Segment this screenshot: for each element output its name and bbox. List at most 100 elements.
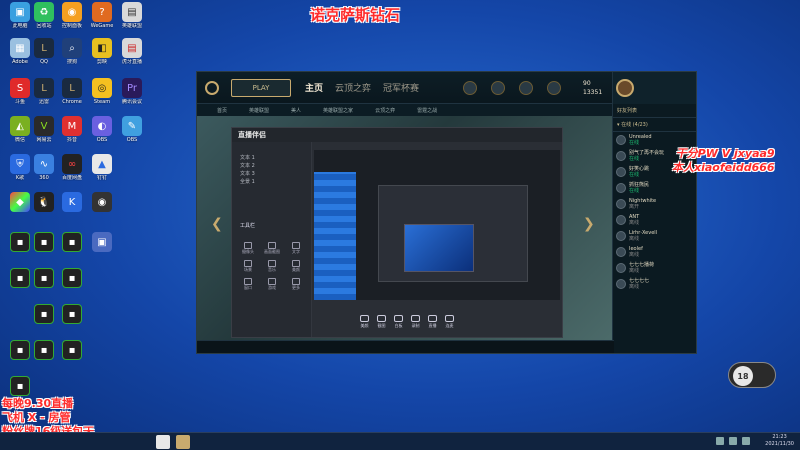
obs-icon: ◉ — [92, 192, 112, 212]
stream-toolbar: 美颜 截图 白板 录制 直播 连麦 — [314, 308, 560, 336]
more-icon — [292, 278, 300, 285]
music-icon — [268, 260, 276, 267]
desktop-icon[interactable]: ▪ — [2, 376, 38, 396]
store-icon[interactable] — [547, 80, 562, 95]
tab-clash[interactable]: 冠军杯赛 — [383, 81, 419, 94]
tab-tft[interactable]: 云顶之弈 — [335, 81, 371, 94]
tool-more[interactable]: 更多 — [286, 278, 306, 292]
connect-icon — [445, 315, 454, 322]
chevron-left-icon[interactable]: ❮ — [211, 216, 223, 232]
subnav-item[interactable]: 美人 — [291, 107, 301, 114]
desktop-icon[interactable]: ▤ 虎牙直播 — [114, 38, 150, 65]
network-icon[interactable] — [716, 437, 724, 445]
recycle-icon: ♻ — [34, 2, 54, 22]
loot-icon[interactable] — [519, 80, 534, 95]
app-icon: ◉ — [62, 2, 82, 22]
friend-item[interactable]: 七七七七 离线 — [613, 276, 696, 292]
file-icon: ▪ — [62, 304, 82, 324]
file-icon: ▪ — [34, 340, 54, 360]
client-nav-tabs: 主页 云顶之弈 冠军杯赛 — [305, 81, 419, 94]
taskbar-lol-icon[interactable] — [176, 434, 190, 449]
friend-item[interactable]: ANT 离线 — [613, 212, 696, 228]
friend-item[interactable]: Unrealed 在线 — [613, 132, 696, 148]
profile-icon[interactable] — [463, 80, 478, 95]
app-icon: ? — [92, 2, 112, 22]
level-badge: 18 — [728, 362, 776, 388]
play-button[interactable]: PLAY — [231, 78, 291, 97]
tool-window[interactable]: 窗口 — [238, 278, 258, 292]
stream-title-overlay: 诺克萨斯钻石 — [310, 6, 401, 24]
desktop-icon[interactable]: ▪ — [54, 304, 90, 324]
app-icon: ▲ — [92, 154, 112, 174]
app-icon: V — [34, 116, 54, 136]
desktop-icon[interactable]: ▤ 英雄联盟 — [114, 2, 150, 29]
desktop-icon[interactable]: ▪ — [54, 268, 90, 288]
profile-card[interactable] — [612, 72, 696, 104]
friend-item[interactable]: Lirhr·Xevell 离线 — [613, 228, 696, 244]
desktop-icon[interactable]: ▪ — [54, 340, 90, 360]
collection-icon[interactable] — [491, 80, 506, 95]
tool-beauty[interactable]: 美颜 — [286, 260, 306, 274]
friend-item[interactable]: 抓狂熊民 在线 — [613, 180, 696, 196]
toolbar-screenshot-button[interactable]: 截图 — [377, 315, 386, 329]
toolbar-beauty-button[interactable]: 美颜 — [360, 315, 369, 329]
toolbar-whiteboard-button[interactable]: 白板 — [394, 315, 403, 329]
friend-item[interactable]: Ieolef 离线 — [613, 244, 696, 260]
contact-overlay: 干分PW V jxyaa9 本人xiaofeidd666 — [672, 147, 775, 175]
tool-camera[interactable]: 摄像头 — [238, 242, 258, 256]
friend-item[interactable]: 七七七播荷 离线 — [613, 260, 696, 276]
record-icon — [411, 315, 420, 322]
tab-home[interactable]: 主页 — [305, 81, 323, 94]
subnav-item[interactable]: 首页 — [217, 107, 227, 114]
desktop-icon[interactable]: ▲ 钉钉 — [84, 154, 120, 181]
camera-icon — [244, 242, 252, 249]
tool-game[interactable]: 游戏 — [262, 278, 282, 292]
desktop-icon[interactable]: Pr 腾讯会议 — [114, 78, 150, 105]
toolbar-connect-button[interactable]: 连麦 — [445, 315, 454, 329]
scene-item[interactable]: 文本 3 — [232, 170, 311, 178]
qq-icon: 🐧 — [34, 192, 54, 212]
ime-icon[interactable] — [742, 437, 750, 445]
tool-scene[interactable]: 场景 — [238, 260, 258, 274]
app-name: 直播伴侣 — [238, 131, 266, 139]
file-icon: ▪ — [34, 268, 54, 288]
app-icon: ◧ — [92, 38, 112, 58]
tools-title: 工具栏 — [240, 223, 256, 229]
avatar — [616, 215, 626, 225]
game-icon — [268, 278, 276, 285]
nested-preview-desktop — [404, 224, 474, 272]
tool-text[interactable]: 文字 — [286, 242, 306, 256]
subnav-item[interactable]: 雷霆之战 — [417, 107, 437, 114]
tool-grid: 摄像头 画面截图 文字 场景 音乐 美颜 窗口 游戏 更多 — [238, 242, 308, 292]
system-tray — [716, 437, 750, 445]
toolbar-record-button[interactable]: 录制 — [411, 315, 420, 329]
taskbar-app-icon[interactable] — [156, 434, 170, 449]
subnav-item[interactable]: 英雄联盟 — [249, 107, 269, 114]
rp-amount: 90 — [583, 79, 591, 87]
file-icon: ▪ — [34, 232, 54, 252]
volume-icon[interactable] — [729, 437, 737, 445]
window-icon — [244, 278, 252, 285]
overlay-line: 干分PW V jxyaa9 — [675, 147, 775, 160]
avatar — [616, 263, 626, 273]
chevron-right-icon[interactable]: ❯ — [583, 216, 595, 232]
clock[interactable]: 21:23 2021/11/30 — [765, 434, 794, 448]
avatar — [616, 231, 626, 241]
avatar — [616, 199, 626, 209]
desktop-icon[interactable]: ✎ OBS — [114, 116, 150, 143]
tool-music[interactable]: 音乐 — [262, 260, 282, 274]
subnav-item[interactable]: 英雄联盟之家 — [323, 107, 353, 114]
desktop-icon[interactable]: ◉ — [84, 192, 120, 212]
desktop-icon[interactable]: ▣ — [84, 232, 120, 252]
client-header: PLAY 主页 云顶之弈 冠军杯赛 90 13351 — [197, 72, 696, 104]
friends-header[interactable]: ▾ 在线 (4/23) — [613, 118, 696, 132]
scene-item[interactable]: 文本 1 — [232, 154, 311, 162]
file-icon: ▣ — [92, 232, 112, 252]
scene-sidebar: 文本 1 文本 2 文本 3 全景 1 工具栏 摄像头 画面截图 文字 场景 音… — [232, 142, 312, 337]
subnav-item[interactable]: 云顶之弈 — [375, 107, 395, 114]
friend-item[interactable]: Nightwhite 离开 — [613, 196, 696, 212]
tool-screenshot[interactable]: 画面截图 — [262, 242, 282, 256]
scene-item[interactable]: 全景 1 — [232, 178, 311, 186]
toolbar-live-button[interactable]: 直播 — [428, 315, 437, 329]
scene-item[interactable]: 文本 2 — [232, 162, 311, 170]
